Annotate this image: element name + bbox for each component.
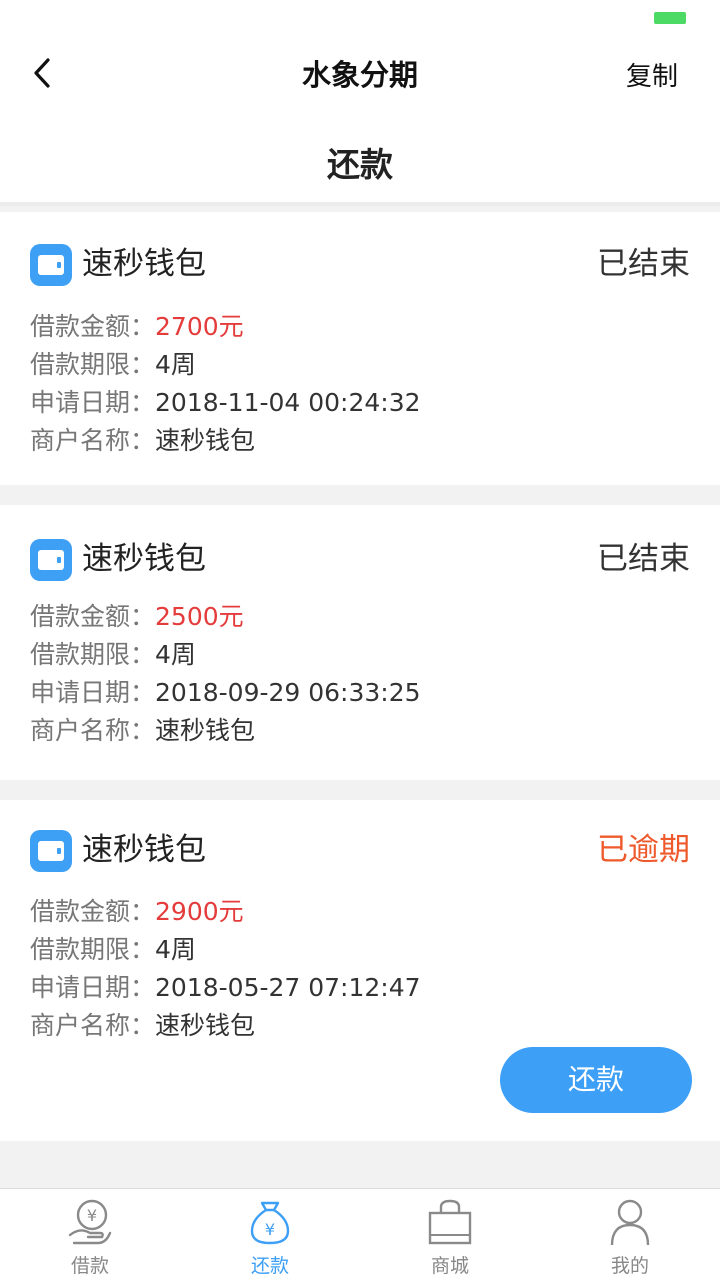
merchant-value: 速秒钱包 [155,426,256,455]
tab-repay[interactable]: ¥ 还款 [180,1189,360,1280]
nav-title: 水象分期 [301,58,418,92]
merchant-label: 商户名称： [30,1011,156,1040]
term-label: 借款期限： [30,935,156,964]
wallet-icon [30,244,72,286]
tab-mall[interactable]: 商城 [360,1189,540,1280]
user-icon [610,1199,650,1246]
tab-label: 还款 [250,1255,289,1277]
amount-label: 借款金额： [30,312,156,341]
tab-label: 我的 [610,1255,649,1277]
term-value: 4周 [155,935,196,964]
tab-label: 借款 [70,1255,109,1277]
loan-hand-icon: ¥ [68,1199,112,1245]
merchant-value: 速秒钱包 [155,1011,256,1040]
date-label: 申请日期： [30,973,156,1002]
amount-label: 借款金额： [30,897,156,926]
shopping-bag-icon [428,1199,472,1245]
status-badge: 已结束 [597,246,690,282]
loan-app-name: 速秒钱包 [82,246,206,282]
loan-app-name: 速秒钱包 [82,832,206,868]
bottom-tab-bar: ¥ 借款 ¥ 还款 商城 我的 [0,1188,720,1280]
amount-value: 2700元 [155,312,244,341]
term-label: 借款期限： [30,640,156,669]
wallet-icon [30,830,72,872]
loan-app-name: 速秒钱包 [82,541,206,577]
date-value: 2018-09-29 06:33:25 [155,678,421,707]
date-value: 2018-05-27 07:12:47 [155,973,421,1002]
top-bar: 水象分期 复制 [0,0,720,120]
battery-icon [654,12,686,24]
money-bag-icon: ¥ [250,1201,290,1245]
svg-text:¥: ¥ [265,1220,275,1239]
loan-card[interactable]: 速秒钱包 已逾期 借款金额：2900元 借款期限：4周 申请日期：2018-05… [0,800,720,1141]
merchant-label: 商户名称： [30,716,156,745]
svg-text:¥: ¥ [87,1206,97,1225]
repay-button[interactable]: 还款 [500,1047,692,1113]
copy-button[interactable]: 复制 [626,56,678,93]
status-badge: 已结束 [597,541,690,577]
date-label: 申请日期： [30,388,156,417]
page-header: 还款 [0,120,720,206]
term-value: 4周 [155,350,196,379]
tab-mine[interactable]: 我的 [540,1189,720,1280]
wallet-icon [30,539,72,581]
amount-label: 借款金额： [30,602,156,631]
merchant-value: 速秒钱包 [155,716,256,745]
tab-loan[interactable]: ¥ 借款 [0,1189,180,1280]
loan-card[interactable]: 速秒钱包 已结束 借款金额：2500元 借款期限：4周 申请日期：2018-09… [0,505,720,780]
amount-value: 2900元 [155,897,244,926]
date-value: 2018-11-04 00:24:32 [155,388,421,417]
status-badge: 已逾期 [597,832,690,868]
merchant-label: 商户名称： [30,426,156,455]
date-label: 申请日期： [30,678,156,707]
term-label: 借款期限： [30,350,156,379]
term-value: 4周 [155,640,196,669]
loan-card[interactable]: 速秒钱包 已结束 借款金额：2700元 借款期限：4周 申请日期：2018-11… [0,212,720,485]
tab-label: 商城 [430,1255,469,1277]
amount-value: 2500元 [155,602,244,631]
page-title: 还款 [327,145,393,184]
